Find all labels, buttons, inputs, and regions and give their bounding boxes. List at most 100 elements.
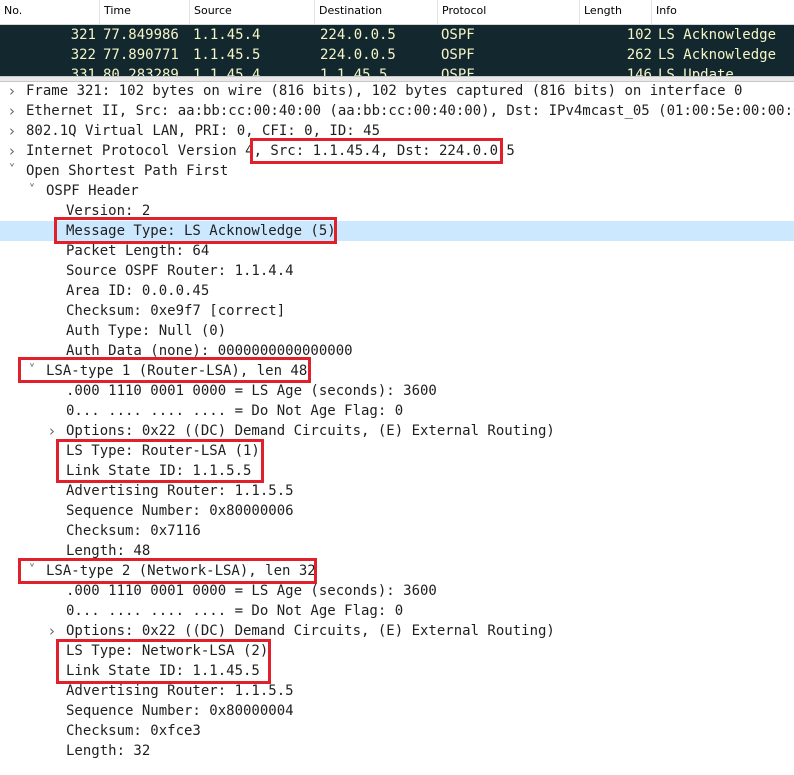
packet-cell-src: 1.1.45.4 bbox=[193, 27, 261, 43]
tree-row-label: Link State ID: 1.1.45.5 bbox=[66, 663, 260, 679]
tree-row[interactable]: Auth Type: Null (0) bbox=[0, 321, 794, 341]
packet-cell-proto: OSPF bbox=[441, 67, 475, 76]
tree-row[interactable]: › Frame 321: 102 bytes on wire (816 bits)… bbox=[0, 81, 794, 101]
tree-row[interactable]: Length: 32 bbox=[0, 741, 794, 761]
tree-row-label: OSPF Header bbox=[46, 183, 139, 199]
packet-list-header: No. Time Source Destination Protocol Len… bbox=[0, 0, 794, 25]
tree-row[interactable]: 0... .... .... .... = Do Not Age Flag: 0 bbox=[0, 601, 794, 621]
chevron-right-icon[interactable]: › bbox=[46, 421, 58, 441]
tree-row[interactable]: .000 1110 0001 0000 = LS Age (seconds): … bbox=[0, 381, 794, 401]
tree-row[interactable]: Sequence Number: 0x80000004 bbox=[0, 701, 794, 721]
packet-cell-info: LS Acknowledge bbox=[658, 27, 777, 43]
tree-row[interactable]: › Internet Protocol Version 4, Src: 1.1.4… bbox=[0, 141, 794, 161]
packet-cell-time: 77.849986 bbox=[103, 27, 179, 43]
tree-row-label: Length: 32 bbox=[66, 743, 151, 759]
tree-row[interactable]: › 802.1Q Virtual LAN, PRI: 0, CFI: 0, ID:… bbox=[0, 121, 794, 141]
chevron-down-icon[interactable]: ˅ bbox=[26, 561, 38, 581]
tree-row-label: Options: 0x22 ((DC) Demand Circuits, (E)… bbox=[66, 423, 555, 439]
tree-row-label: Ethernet II, Src: aa:bb:cc:00:40:00 (aa:… bbox=[26, 103, 794, 119]
tree-row[interactable]: Link State ID: 1.1.45.5 bbox=[0, 661, 794, 681]
column-header-time[interactable]: Time bbox=[100, 0, 190, 24]
tree-row[interactable]: LS Type: Router-LSA (1) bbox=[0, 441, 794, 461]
packet-row[interactable]: 331 80.283289 1.1.45.4 1.1.45.5 OSPF 146 LS Up… bbox=[0, 65, 794, 76]
tree-row[interactable]: Sequence Number: 0x80000006 bbox=[0, 501, 794, 521]
tree-row-label: Message Type: LS Acknowledge (5) bbox=[66, 223, 336, 239]
tree-row[interactable]: Checksum: 0x7116 bbox=[0, 521, 794, 541]
tree-row[interactable]: 0... .... .... .... = Do Not Age Flag: 0 bbox=[0, 401, 794, 421]
tree-row-label: Checksum: 0xe9f7 [correct] bbox=[66, 303, 286, 319]
tree-row-label: Internet Protocol Version 4, Src: 1.1.45… bbox=[26, 143, 515, 159]
tree-row-label: Checksum: 0x7116 bbox=[66, 523, 201, 539]
packet-cell-len: 262 bbox=[626, 47, 652, 63]
tree-row-label: Options: 0x22 ((DC) Demand Circuits, (E)… bbox=[66, 623, 555, 639]
packet-cell-info: LS Update bbox=[658, 67, 734, 76]
tree-row[interactable]: ˅ Open Shortest Path First bbox=[0, 161, 794, 181]
tree-row[interactable]: Area ID: 0.0.0.45 bbox=[0, 281, 794, 301]
packet-cell-no: 322 bbox=[70, 47, 96, 63]
tree-row-label: 0... .... .... .... = Do Not Age Flag: 0 bbox=[66, 403, 404, 419]
chevron-right-icon[interactable]: › bbox=[6, 81, 18, 101]
tree-row[interactable]: Auth Data (none): 0000000000000000 bbox=[0, 341, 794, 361]
tree-row[interactable]: › Options: 0x22 ((DC) Demand Circuits, (E… bbox=[0, 421, 794, 441]
tree-row[interactable]: LS Type: Network-LSA (2) bbox=[0, 641, 794, 661]
tree-row[interactable]: Checksum: 0xe9f7 [correct] bbox=[0, 301, 794, 321]
packet-cell-info: LS Acknowledge bbox=[658, 47, 777, 63]
tree-row[interactable]: Packet Length: 64 bbox=[0, 241, 794, 261]
column-header-source[interactable]: Source bbox=[190, 0, 315, 24]
tree-row-label: .000 1110 0001 0000 = LS Age (seconds): … bbox=[66, 383, 437, 399]
tree-row-label: Packet Length: 64 bbox=[66, 243, 210, 259]
tree-row-label: Advertising Router: 1.1.5.5 bbox=[66, 483, 294, 499]
chevron-right-icon[interactable]: › bbox=[6, 101, 18, 121]
column-header-protocol[interactable]: Protocol bbox=[438, 0, 580, 24]
packet-cell-time: 80.283289 bbox=[103, 67, 179, 76]
tree-row[interactable]: ˅ LSA-type 1 (Router-LSA), len 48 bbox=[0, 361, 794, 381]
tree-row[interactable]: Link State ID: 1.1.5.5 bbox=[0, 461, 794, 481]
packet-row[interactable]: 321 77.849986 1.1.45.4 224.0.0.5 OSPF 102 LS A… bbox=[0, 25, 794, 45]
tree-row[interactable]: › Ethernet II, Src: aa:bb:cc:00:40:00 (aa… bbox=[0, 101, 794, 121]
tree-row[interactable]: Checksum: 0xfce3 bbox=[0, 721, 794, 741]
tree-row[interactable]: Source OSPF Router: 1.1.4.4 bbox=[0, 261, 794, 281]
tree-row[interactable]: Advertising Router: 1.1.5.5 bbox=[0, 481, 794, 501]
chevron-down-icon[interactable]: ˅ bbox=[6, 161, 18, 181]
packet-cell-dst: 1.1.45.5 bbox=[320, 67, 388, 76]
chevron-right-icon[interactable]: › bbox=[6, 121, 18, 141]
packet-cell-src: 1.1.45.5 bbox=[193, 47, 261, 63]
chevron-down-icon[interactable]: ˅ bbox=[26, 181, 38, 201]
tree-row[interactable]: ˅ OSPF Header bbox=[0, 181, 794, 201]
packet-row[interactable]: 322 77.890771 1.1.45.5 224.0.0.5 OSPF 262 LS A… bbox=[0, 45, 794, 65]
column-header-info[interactable]: Info bbox=[652, 0, 794, 24]
chevron-right-icon[interactable]: › bbox=[6, 141, 18, 161]
packet-cell-dst: 224.0.0.5 bbox=[320, 27, 396, 43]
tree-row-label: Frame 321: 102 bytes on wire (816 bits),… bbox=[26, 83, 743, 99]
tree-row[interactable]: Version: 2 bbox=[0, 201, 794, 221]
tree-row-label: Link State ID: 1.1.5.5 bbox=[66, 463, 252, 479]
column-header-length[interactable]: Length bbox=[580, 0, 652, 24]
tree-row-label: LSA-type 2 (Network-LSA), len 32 bbox=[46, 563, 316, 579]
tree-row-label: Auth Type: Null (0) bbox=[66, 323, 227, 339]
tree-row[interactable]: ˅ LSA-type 2 (Network-LSA), len 32 bbox=[0, 561, 794, 581]
packet-cell-time: 77.890771 bbox=[103, 47, 179, 63]
tree-row-label: LSA-type 1 (Router-LSA), len 48 bbox=[46, 363, 308, 379]
tree-row[interactable]: › Options: 0x22 ((DC) Demand Circuits, (E… bbox=[0, 621, 794, 641]
tree-row[interactable]: Length: 48 bbox=[0, 541, 794, 561]
tree-row-label: 802.1Q Virtual LAN, PRI: 0, CFI: 0, ID: … bbox=[26, 123, 381, 139]
column-header-destination[interactable]: Destination bbox=[315, 0, 438, 24]
packet-details-tree: › Frame 321: 102 bytes on wire (816 bits)… bbox=[0, 81, 794, 761]
chevron-down-icon[interactable]: ˅ bbox=[26, 361, 38, 381]
packet-cell-no: 321 bbox=[70, 27, 96, 43]
column-header-no[interactable]: No. bbox=[0, 0, 100, 24]
packet-cell-len: 102 bbox=[626, 27, 652, 43]
tree-row-label: Area ID: 0.0.0.45 bbox=[66, 283, 210, 299]
tree-row[interactable]: Message Type: LS Acknowledge (5) bbox=[0, 221, 794, 241]
chevron-right-icon[interactable]: › bbox=[46, 621, 58, 641]
packet-cell-proto: OSPF bbox=[441, 27, 475, 43]
tree-row[interactable]: .000 1110 0001 0000 = LS Age (seconds): … bbox=[0, 581, 794, 601]
tree-row-label: Sequence Number: 0x80000006 bbox=[66, 503, 294, 519]
tree-row-label: LS Type: Network-LSA (2) bbox=[66, 643, 269, 659]
tree-row-label: .000 1110 0001 0000 = LS Age (seconds): … bbox=[66, 583, 437, 599]
tree-row[interactable]: Advertising Router: 1.1.5.5 bbox=[0, 681, 794, 701]
packet-cell-proto: OSPF bbox=[441, 47, 475, 63]
packet-cell-no: 331 bbox=[70, 67, 96, 76]
tree-row-label: Source OSPF Router: 1.1.4.4 bbox=[66, 263, 294, 279]
tree-row-label: LS Type: Router-LSA (1) bbox=[66, 443, 260, 459]
